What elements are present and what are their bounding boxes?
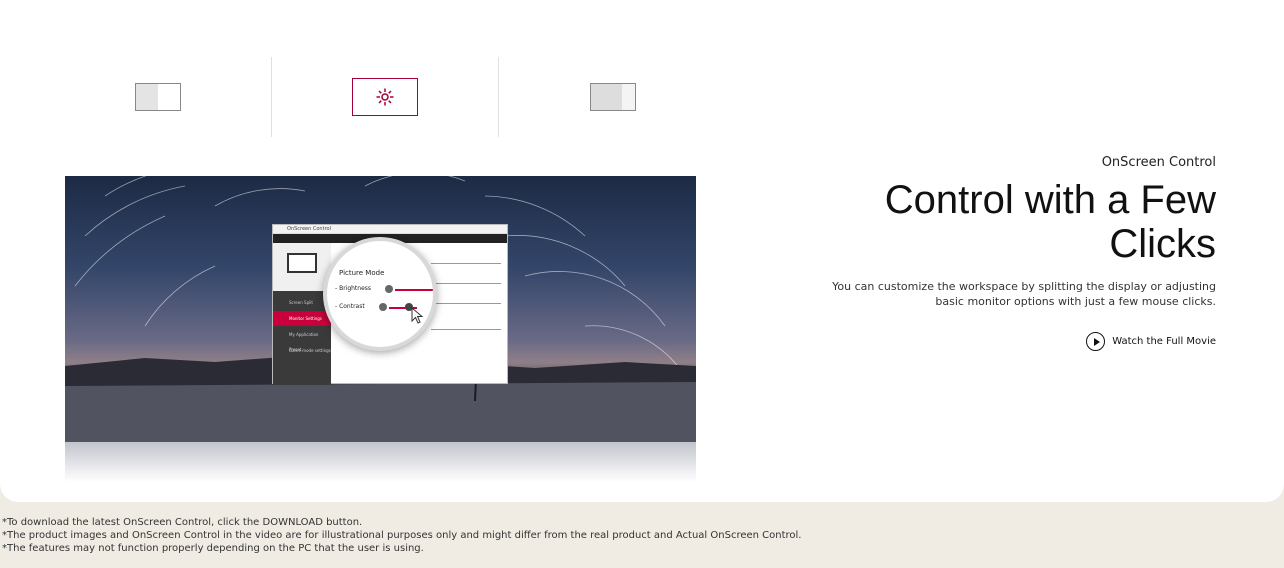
contrast-label: - Contrast [335,303,365,310]
feature-headline: Control with a Few Clicks [746,178,1216,266]
tab-screen-split[interactable] [45,57,272,137]
setting-line [431,329,501,330]
feature-card: OnScreen Control Screen Split Monitor Se… [0,0,1284,502]
disclaimer-note: *The features may not function properly … [2,543,424,554]
brightness-label: - Brightness [335,285,372,292]
contrast-minus-icon [379,303,387,311]
app-titlebar: OnScreen Control [273,225,507,234]
play-circle-icon [1086,332,1106,351]
active-tab-frame [352,78,418,116]
watch-full-movie-button[interactable]: Watch the Full Movie [1086,332,1216,351]
headline-line-1: Control with a Few [884,178,1216,222]
disclaimer-note: *To download the latest OnScreen Control… [2,517,363,528]
app-sidebar: Screen Split Monitor Settings My Applica… [273,243,331,385]
headline-line-2: Clicks [1109,222,1216,266]
magnifier-zoom: Picture Mode - Brightness - Contrast [323,237,437,351]
setting-line [431,283,501,284]
disclaimer-note: *The product images and OnScreen Control… [2,530,802,541]
split-screen-right-icon [589,83,636,111]
brightness-minus-icon [385,285,393,293]
sidebar-item-game-mode: Game mode settings [289,348,331,353]
sidebar-item-monitor-settings: Monitor Settings [273,311,331,326]
disclaimer-notes: *To download the latest OnScreen Control… [2,516,801,555]
picture-mode-label: Picture Mode [339,269,385,277]
feature-description: You can customize the workspace by split… [832,280,1216,308]
hero-reflection [65,442,696,482]
sidebar-item-my-application-preset: My Application Preset [289,332,319,352]
hero-video-image[interactable]: OnScreen Control Screen Split Monitor Se… [65,176,696,442]
watch-label: Watch the Full Movie [1112,336,1216,347]
setting-line [431,303,501,304]
feature-text: OnScreen Control Control with a Few Clic… [746,155,1216,351]
split-screen-left-icon [135,83,181,111]
brightness-sun-icon [376,88,394,106]
sidebar-preview-panel [273,243,331,291]
feature-eyebrow: OnScreen Control [1101,155,1216,170]
setting-line [431,263,501,264]
tab-split-right[interactable] [499,57,726,137]
brightness-slider [395,289,433,291]
feature-tabs [45,57,727,137]
monitor-icon [287,253,317,273]
tab-monitor-settings[interactable] [272,57,499,137]
cursor-icon [411,307,424,324]
